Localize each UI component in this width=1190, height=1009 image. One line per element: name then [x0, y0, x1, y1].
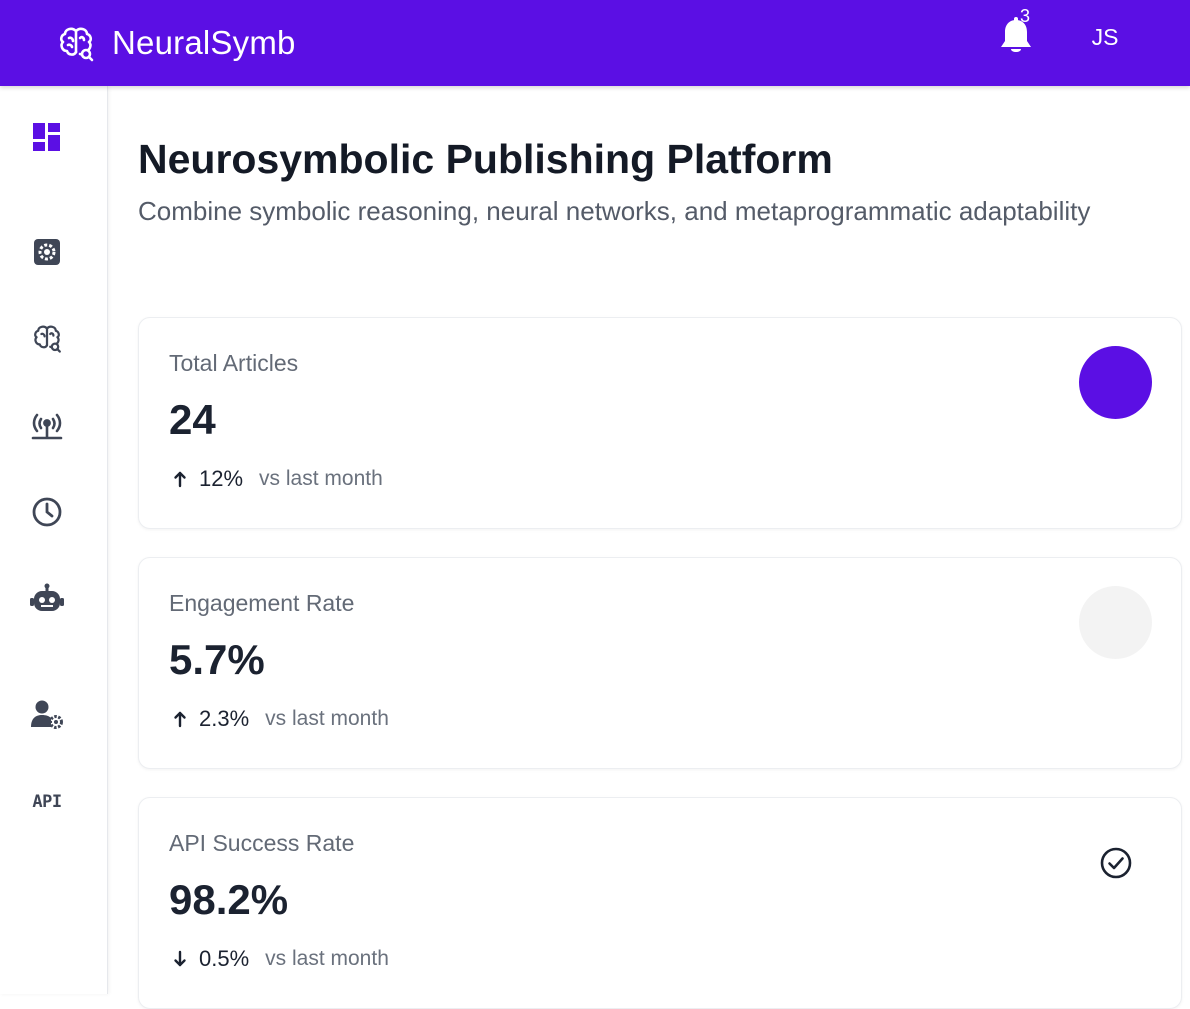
sidebar-item-neural[interactable] [26, 319, 68, 361]
page-title: Neurosymbolic Publishing Platform [138, 136, 833, 182]
top-bar: NeuralSymb 3 JS [0, 0, 1190, 86]
user-gear-icon [30, 699, 64, 734]
notification-count: 3 [1020, 6, 1031, 26]
broadcast-tower-icon [31, 411, 63, 446]
card-label: Engagement Rate [169, 590, 355, 616]
sidebar: API [0, 86, 108, 994]
stat-card-api-success-rate: API Success Rate 98.2% 0.5% vs last mont… [138, 797, 1182, 1009]
sidebar-item-broadcast[interactable] [26, 407, 68, 449]
stat-card-engagement-rate: Engagement Rate 5.7% 2.3% vs last month [138, 557, 1182, 769]
trend-value: 0.5% [199, 946, 250, 971]
card-trend: 0.5% vs last month [169, 946, 389, 972]
main-content: Neurosymbolic Publishing Platform Combin… [138, 86, 1190, 1009]
sidebar-item-settings[interactable] [26, 233, 68, 275]
trend-compare: vs last month [259, 467, 383, 490]
robot-icon [29, 583, 65, 620]
card-trend: 12% vs last month [169, 466, 383, 492]
card-value: 24 [169, 396, 216, 443]
brand[interactable]: NeuralSymb [56, 0, 296, 86]
sidebar-item-dashboard[interactable] [26, 118, 68, 160]
dashboard-icon [32, 122, 62, 157]
page-subtitle: Combine symbolic reasoning, neural netwo… [138, 196, 1091, 226]
card-label: API Success Rate [169, 830, 355, 856]
sidebar-item-bots[interactable] [26, 580, 68, 622]
sidebar-item-user-settings[interactable] [26, 695, 68, 737]
brand-name: NeuralSymb [112, 24, 296, 61]
indicator-circle [1079, 346, 1152, 419]
arrow-down-icon [169, 948, 191, 970]
trend-value: 12% [199, 466, 244, 491]
brain-icon [31, 322, 63, 359]
indicator-circle [1079, 586, 1152, 659]
api-label: API [32, 792, 62, 812]
sidebar-item-history[interactable] [26, 493, 68, 535]
sidebar-item-api[interactable]: API [26, 781, 68, 823]
card-trend: 2.3% vs last month [169, 706, 389, 732]
clock-icon [31, 496, 63, 533]
arrow-up-icon [169, 708, 191, 730]
card-value: 98.2% [169, 876, 289, 923]
trend-value: 2.3% [199, 706, 250, 731]
card-value: 5.7% [169, 636, 265, 683]
card-label: Total Articles [169, 350, 299, 376]
avatar[interactable]: JS [1080, 20, 1130, 54]
brain-icon [56, 23, 96, 63]
stat-card-total-articles: Total Articles 24 12% vs last month [138, 317, 1182, 529]
gear-icon [32, 237, 62, 272]
trend-compare: vs last month [265, 947, 389, 970]
arrow-up-icon [169, 468, 191, 490]
check-circle-icon [1099, 846, 1133, 880]
trend-compare: vs last month [265, 707, 389, 730]
